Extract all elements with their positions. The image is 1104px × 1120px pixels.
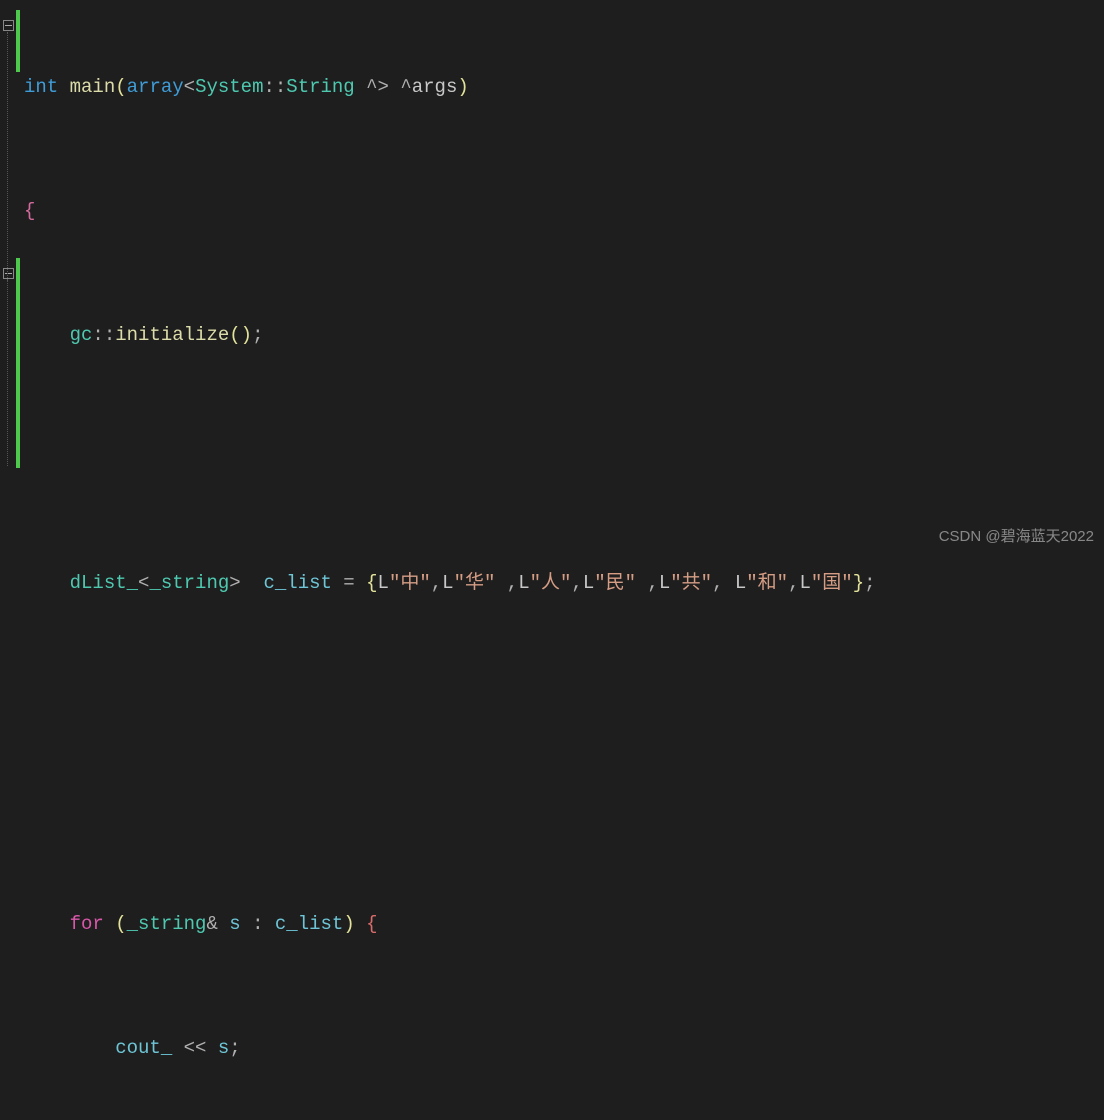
colon: : <box>241 913 275 935</box>
angle-bracket: < <box>138 572 149 594</box>
literal-prefix: L <box>659 572 670 594</box>
scope-op: :: <box>263 76 286 98</box>
fold-toggle-icon[interactable] <box>3 20 14 31</box>
string-literal: "民" <box>594 572 636 594</box>
paren: ) <box>457 76 468 98</box>
brace-open: { <box>366 572 377 594</box>
var-s: s <box>229 913 240 935</box>
literal-prefix: L <box>583 572 594 594</box>
scope-op: :: <box>92 324 115 346</box>
semicolon: ; <box>252 324 263 346</box>
code-line: gc::initialize(); <box>24 320 876 351</box>
equals: = <box>332 572 366 594</box>
type-dlist: dList_ <box>70 572 138 594</box>
keyword-array: array <box>127 76 184 98</box>
semicolon: ; <box>864 572 875 594</box>
ampersand: & <box>206 913 229 935</box>
paren: ) <box>241 324 252 346</box>
string-literal: "中" <box>389 572 431 594</box>
param-args: args <box>412 76 458 98</box>
code-editor[interactable]: int main(array<System::String ^> ^args) … <box>24 10 876 1120</box>
var-clist: c_list <box>263 572 331 594</box>
angle-bracket: > <box>229 572 240 594</box>
string-literal: "共" <box>670 572 712 594</box>
paren: ( <box>115 913 126 935</box>
keyword-for: for <box>70 913 104 935</box>
editor-gutter <box>0 0 24 560</box>
paren: ) <box>343 913 354 935</box>
string-literal: "华" <box>454 572 496 594</box>
literal-prefix: L <box>735 572 746 594</box>
type-string: String <box>286 76 354 98</box>
semicolon: ; <box>229 1037 240 1059</box>
stream-op: << <box>172 1037 218 1059</box>
code-line: for (_string& s : c_list) { <box>24 909 876 940</box>
code-line: dList_<_string> c_list = {L"中",L"华" ,L"人… <box>24 568 876 599</box>
var-s: s <box>218 1037 229 1059</box>
literal-prefix: L <box>378 572 389 594</box>
code-line <box>24 785 876 816</box>
string-literal: "和" <box>746 572 788 594</box>
change-marker <box>16 258 20 468</box>
watermark-text: CSDN @碧海蓝天2022 <box>939 521 1094 552</box>
change-marker <box>16 10 20 72</box>
code-line: int main(array<System::String ^> ^args) <box>24 72 876 103</box>
brace-open: { <box>24 200 35 222</box>
literal-prefix: L <box>518 572 529 594</box>
type-string: _string <box>149 572 229 594</box>
function-main: main <box>58 76 115 98</box>
function-initialize: initialize <box>115 324 229 346</box>
brace-close: } <box>853 572 864 594</box>
angle-bracket: > <box>378 76 389 98</box>
string-literal: "人" <box>530 572 572 594</box>
string-literal: "国" <box>811 572 853 594</box>
brace-guide <box>7 32 8 466</box>
code-line <box>24 692 876 723</box>
code-line: cout_ << s; <box>24 1033 876 1064</box>
brace-guide <box>7 280 8 340</box>
code-line <box>24 444 876 475</box>
angle-bracket: < <box>184 76 195 98</box>
fold-toggle-icon[interactable] <box>3 268 14 279</box>
literal-prefix: L <box>442 572 453 594</box>
type-string: _string <box>127 913 207 935</box>
identifier-gc: gc <box>70 324 93 346</box>
type-system: System <box>195 76 263 98</box>
brace-open: { <box>366 913 377 935</box>
caret-op: ^ <box>389 76 412 98</box>
var-cout: cout_ <box>115 1037 172 1059</box>
var-clist: c_list <box>275 913 343 935</box>
caret-op: ^ <box>355 76 378 98</box>
literal-prefix: L <box>800 572 811 594</box>
paren: ( <box>229 324 240 346</box>
code-line: { <box>24 196 876 227</box>
paren: ( <box>115 76 126 98</box>
keyword-int: int <box>24 76 58 98</box>
